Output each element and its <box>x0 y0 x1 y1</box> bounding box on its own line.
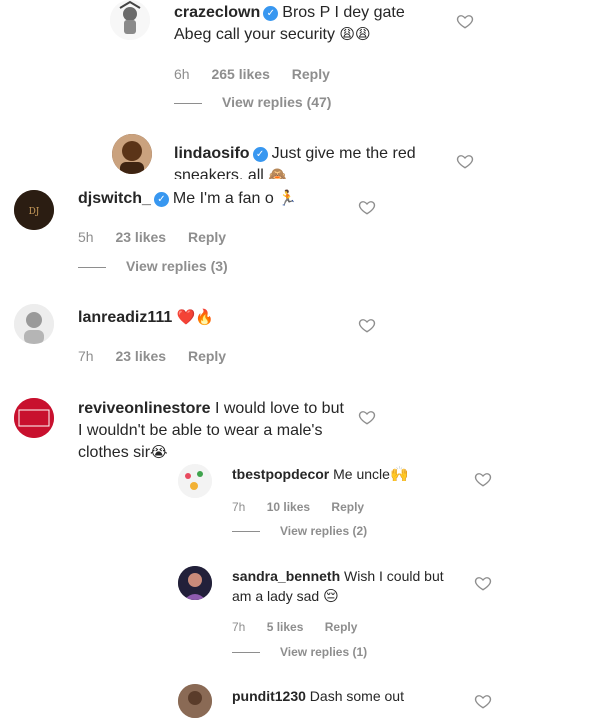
likes-count[interactable]: 23 likes <box>115 348 166 364</box>
person-avatar-icon <box>112 134 152 174</box>
person-avatar-icon <box>14 304 54 344</box>
comment-time: 7h <box>232 500 246 514</box>
avatar[interactable] <box>178 464 212 498</box>
reply-button[interactable]: Reply <box>188 229 226 245</box>
likes-count[interactable]: 10 likes <box>267 500 310 514</box>
avatar[interactable] <box>14 304 54 344</box>
like-heart-icon[interactable] <box>474 692 492 710</box>
view-replies-label: View replies (47) <box>222 94 332 110</box>
comment-meta: 7h 23 likes Reply <box>78 348 244 364</box>
comment-meta: 5h 23 likes Reply <box>78 229 244 245</box>
decor-avatar-icon <box>178 464 212 498</box>
dj-avatar-icon: DJ <box>14 190 54 230</box>
view-replies-button[interactable]: View replies (1) <box>232 645 367 659</box>
view-replies-label: View replies (2) <box>280 524 368 538</box>
like-heart-icon[interactable] <box>474 574 492 592</box>
comment-time: 7h <box>78 348 94 364</box>
comment-text: Me I'm a fan o <box>172 190 274 207</box>
reply-button[interactable]: Reply <box>331 500 364 514</box>
likes-count[interactable]: 23 likes <box>115 229 166 245</box>
clown-avatar-icon <box>110 0 150 40</box>
reply-button[interactable]: Reply <box>325 620 358 634</box>
like-heart-icon[interactable] <box>456 152 474 170</box>
likes-count[interactable]: 5 likes <box>267 620 304 634</box>
comment-emoji: 🙌 <box>389 466 409 483</box>
view-replies-label: View replies (1) <box>280 645 368 659</box>
like-heart-icon[interactable] <box>358 316 376 334</box>
verified-badge-icon: ✓ <box>263 6 279 21</box>
divider-line <box>232 652 260 654</box>
avatar[interactable] <box>110 0 150 40</box>
like-heart-icon[interactable] <box>474 470 492 488</box>
likes-count[interactable]: 265 likes <box>211 66 269 82</box>
username[interactable]: djswitch_ <box>78 190 151 207</box>
like-heart-icon[interactable] <box>358 198 376 216</box>
comment-emoji: 🙈 <box>268 167 287 179</box>
verified-badge-icon: ✓ <box>153 192 169 207</box>
store-logo-icon <box>14 398 54 438</box>
comment-time: 5h <box>78 229 94 245</box>
like-heart-icon[interactable] <box>358 408 376 426</box>
username[interactable]: pundit1230 <box>232 688 306 704</box>
avatar[interactable]: DJ <box>14 190 54 230</box>
username[interactable]: lanreadiz111 <box>78 309 172 326</box>
comment-emoji: 😭 <box>150 444 168 461</box>
reply-button[interactable]: Reply <box>292 66 330 82</box>
comment-emoji: 🏃 <box>278 190 297 207</box>
comment-time: 7h <box>232 620 246 634</box>
avatar[interactable] <box>112 134 152 174</box>
comment-emoji: 😔 <box>323 588 339 605</box>
comment-time: 6h <box>174 66 190 82</box>
comment-emoji: ❤️🔥 <box>176 309 215 326</box>
reply-button[interactable]: Reply <box>188 348 226 364</box>
comment-meta: 7h 10 likes Reply <box>232 500 382 514</box>
view-replies-button[interactable]: View replies (3) <box>78 258 228 274</box>
divider-line <box>232 531 260 533</box>
username[interactable]: crazeclown <box>174 4 260 21</box>
username[interactable]: sandra_benneth <box>232 568 340 584</box>
view-replies-label: View replies (3) <box>126 258 228 274</box>
comment-text: Me uncle <box>333 466 390 482</box>
username[interactable]: tbestpopdecor <box>232 466 329 482</box>
view-replies-button[interactable]: View replies (47) <box>174 94 331 110</box>
username[interactable]: reviveonlinestore <box>78 400 211 417</box>
comment-emoji: 😩😩 <box>339 26 371 43</box>
avatar[interactable] <box>178 684 212 718</box>
divider-line <box>174 102 202 104</box>
verified-badge-icon: ✓ <box>252 147 268 162</box>
comment-meta: 7h 5 likes Reply <box>232 620 375 634</box>
username[interactable]: lindaosifo <box>174 145 250 162</box>
divider-line <box>78 266 106 268</box>
like-heart-icon[interactable] <box>456 12 474 30</box>
svg-text:DJ: DJ <box>29 207 40 217</box>
comment-text: Dash some out <box>309 688 404 704</box>
person-avatar-icon <box>178 566 212 600</box>
person-avatar-icon <box>178 684 212 718</box>
avatar[interactable] <box>14 398 54 438</box>
avatar[interactable] <box>178 566 212 600</box>
view-replies-button[interactable]: View replies (2) <box>232 524 367 538</box>
comment-meta: 6h 265 likes Reply <box>174 66 348 82</box>
